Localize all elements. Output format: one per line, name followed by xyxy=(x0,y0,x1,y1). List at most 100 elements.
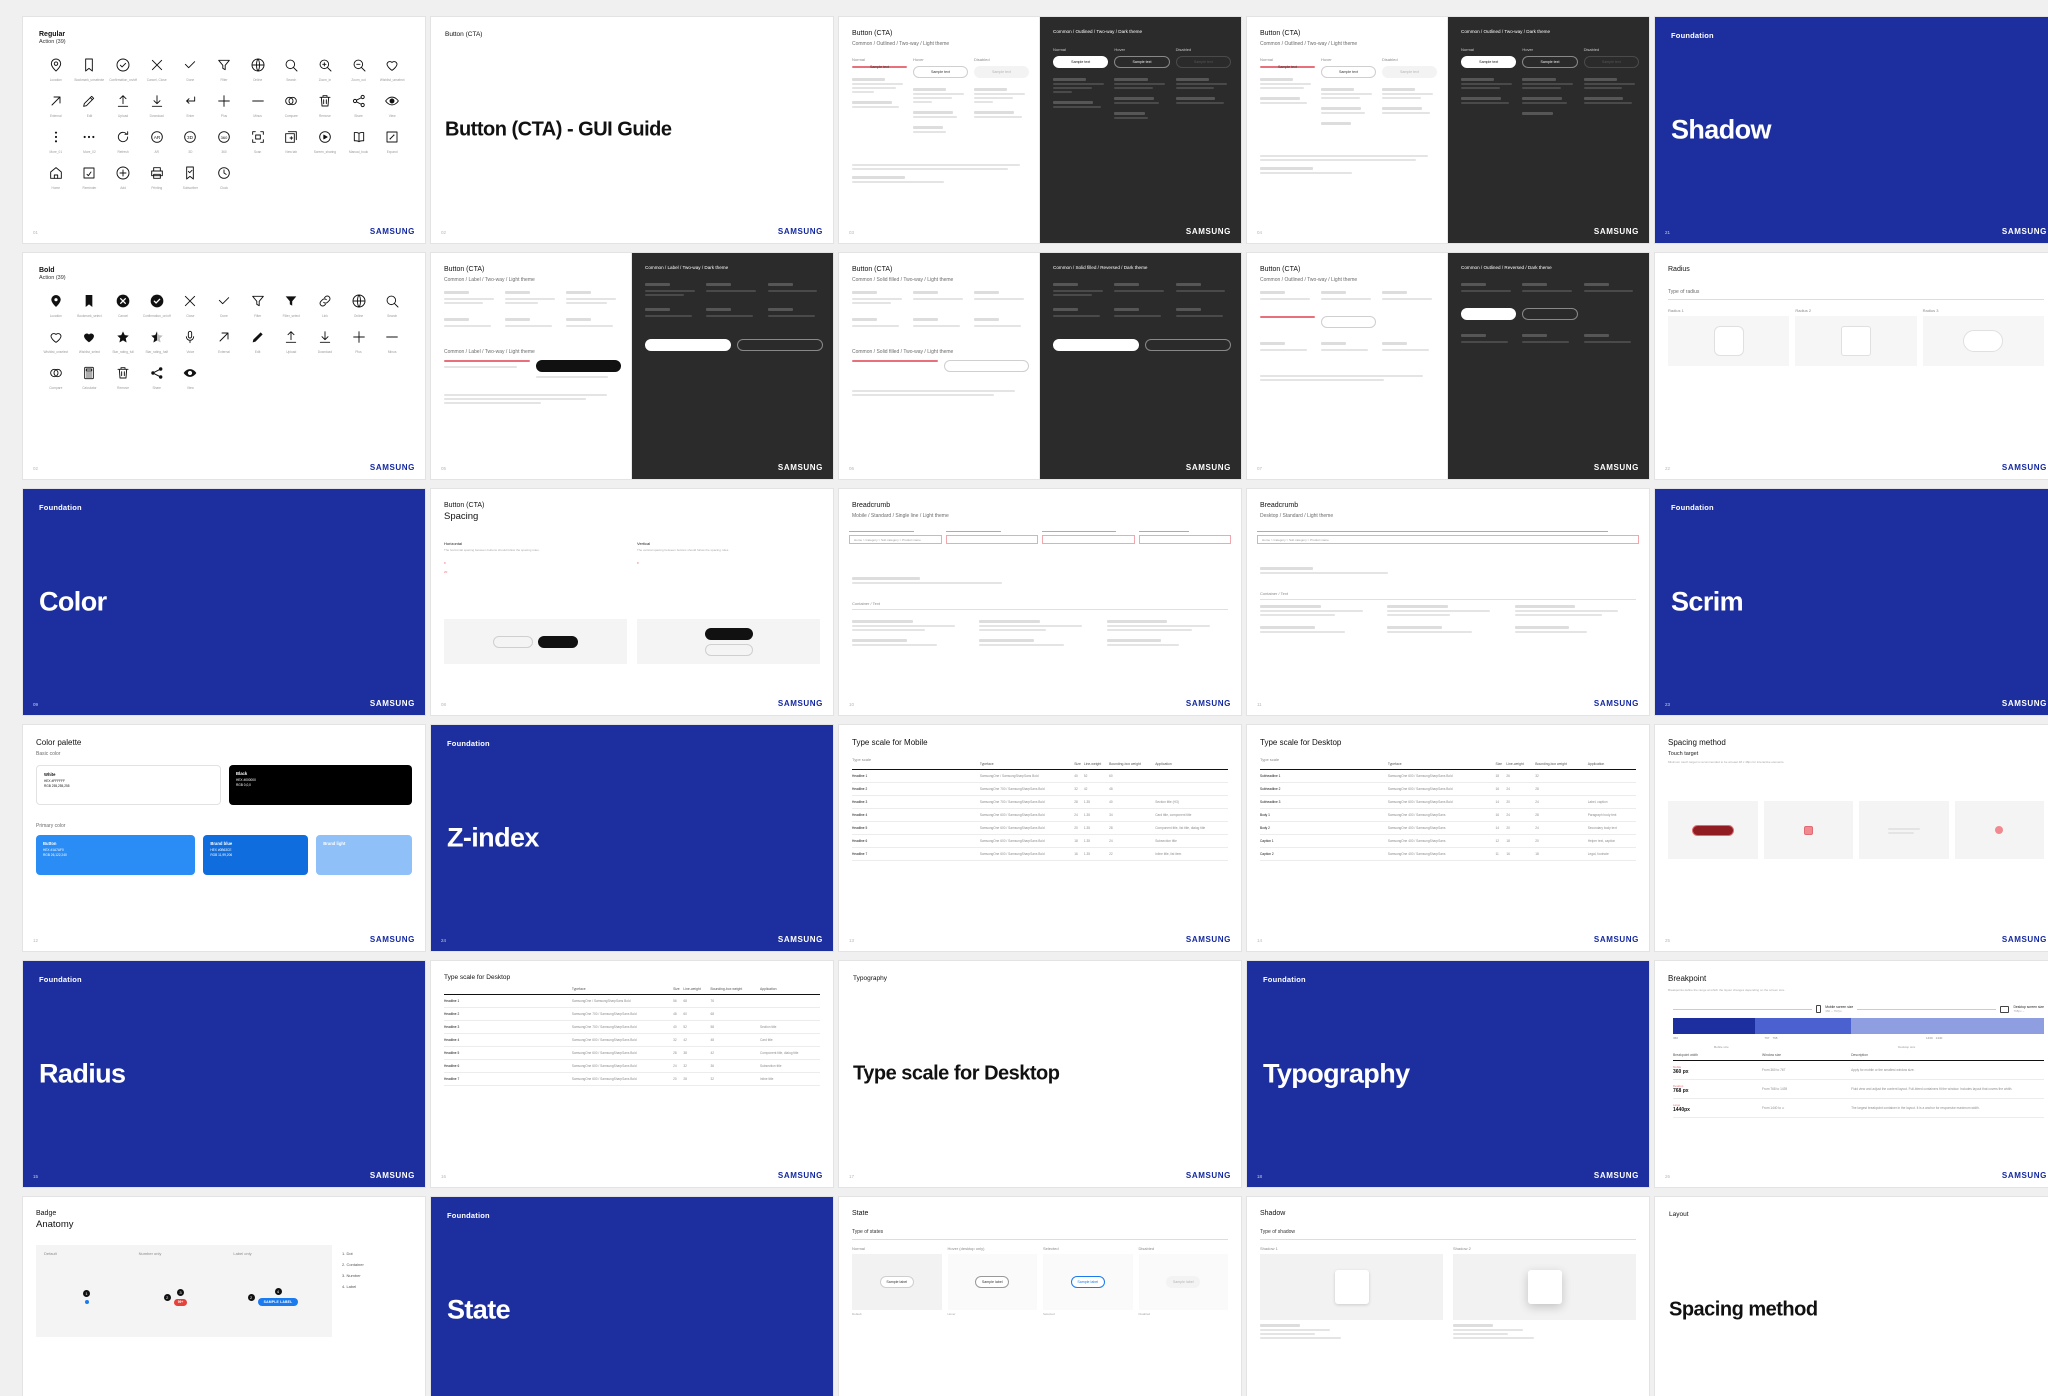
slide-breadcrumb-2[interactable]: Breadcrumb Desktop / Standard / Light th… xyxy=(1246,488,1650,716)
icon-cell[interactable]: Expand xyxy=(375,127,409,158)
cta-chip[interactable]: Sample text xyxy=(1053,56,1109,68)
slide-spacing-method-cover[interactable]: Layout Spacing method 29 SAMSUNG xyxy=(1654,1196,2048,1396)
icon-cell[interactable]: Filter_select xyxy=(274,291,308,322)
icon-cell[interactable]: Subscriber xyxy=(174,163,208,194)
icon-cell[interactable]: Cancel xyxy=(106,291,140,322)
slide-shadow-types[interactable]: Shadow Type of shadow Shadow 1 Shadow 2 … xyxy=(1246,1196,1650,1396)
cta-chip[interactable]: Sample text xyxy=(852,65,907,69)
icon-cell[interactable]: Minus xyxy=(241,91,275,122)
slide-state-cover[interactable]: Foundation State 20 SAMSUNG xyxy=(430,1196,834,1396)
cta-chip[interactable]: Sample text xyxy=(974,66,1029,78)
cta-chip[interactable] xyxy=(704,627,753,640)
breadcrumb-segment[interactable]: Home > Category > Sub category > Product… xyxy=(1262,538,1329,542)
cta-chip[interactable] xyxy=(1053,339,1139,351)
slide-color-palette[interactable]: Color palette Basic color White HEX #FFF… xyxy=(22,724,426,952)
slide-cta-light-dark-c[interactable]: Button (CTA) Common / Outlined / Two-way… xyxy=(1246,252,1650,480)
slide-radius-spec[interactable]: Radius Type of radius Radius 1 Radius 2 … xyxy=(1654,252,2048,480)
slide-color-cover[interactable]: Foundation Color 09 SAMSUNG xyxy=(22,488,426,716)
slide-zindex-cover[interactable]: Foundation Z-index 24 SAMSUNG xyxy=(430,724,834,952)
icon-cell[interactable]: Search xyxy=(274,55,308,86)
slide-badge-anatomy[interactable]: Badge Anatomy Default Number only Label … xyxy=(22,1196,426,1396)
icon-cell[interactable]: Wishlist_select xyxy=(73,327,107,358)
icon-cell[interactable]: More_01 xyxy=(39,127,73,158)
icon-cell[interactable]: Online xyxy=(241,55,275,86)
icon-cell[interactable]: Star_rating_full xyxy=(106,327,140,358)
slide-breadcrumb-1[interactable]: Breadcrumb Mobile / Standard / Single li… xyxy=(838,488,1242,716)
slide-radius-cover[interactable]: Foundation Radius 15 SAMSUNG xyxy=(22,960,426,1188)
cta-chip[interactable]: Sample text xyxy=(1583,56,1639,68)
icon-cell[interactable]: 360 360 xyxy=(207,127,241,158)
icon-cell[interactable]: Cancel, Close xyxy=(140,55,174,86)
slide-icons-regular[interactable]: Regular Action (39) Location Bookmark_uns… xyxy=(22,16,426,244)
cta-chip[interactable] xyxy=(535,360,621,372)
icon-cell[interactable]: Zoom_out xyxy=(342,55,376,86)
state-chip[interactable]: Sample label xyxy=(1070,1276,1105,1288)
cta-chip[interactable] xyxy=(1461,308,1517,320)
slide-cta-common-1[interactable]: Button (CTA) Common / Outlined / Two-way… xyxy=(838,16,1242,244)
icon-cell[interactable]: Confirmation_on/off xyxy=(140,291,174,322)
icon-cell[interactable]: Close xyxy=(174,291,208,322)
icon-cell[interactable]: Online xyxy=(342,291,376,322)
icon-cell[interactable]: Wishlist_unselect xyxy=(39,327,73,358)
icon-cell[interactable]: Calculator xyxy=(73,363,107,394)
icon-cell[interactable]: New tab xyxy=(274,127,308,158)
icon-cell[interactable]: Filter xyxy=(207,55,241,86)
cta-chip[interactable]: Sample text xyxy=(1175,56,1231,68)
icon-cell[interactable]: Plus xyxy=(342,327,376,358)
icon-cell[interactable]: External xyxy=(207,327,241,358)
slide-typescale-desktop-cover[interactable]: Typography Type scale for Desktop 17 SAM… xyxy=(838,960,1242,1188)
icon-cell[interactable]: Search xyxy=(375,291,409,322)
slide-cta-light-dark-b[interactable]: Button (CTA) Common / Solid filled / Two… xyxy=(838,252,1242,480)
slide-typescale-desktop-list[interactable]: Type scale for Desktop Typeface Size Line-… xyxy=(430,960,834,1188)
slide-typography-cover[interactable]: Foundation Typography 18 SAMSUNG xyxy=(1246,960,1650,1188)
icon-cell[interactable]: More_02 xyxy=(73,127,107,158)
state-chip[interactable]: Sample label xyxy=(975,1276,1010,1288)
icon-cell[interactable]: Compare xyxy=(274,91,308,122)
cta-chip[interactable]: Sample text xyxy=(913,66,968,78)
icon-cell[interactable]: Reminder xyxy=(73,163,107,194)
slide-typescale-desktop-table[interactable]: Type scale for Desktop Type scale Typefa… xyxy=(1246,724,1650,952)
icon-cell[interactable]: Share xyxy=(342,91,376,122)
cta-chip[interactable] xyxy=(1145,339,1231,351)
icon-cell[interactable]: External xyxy=(39,91,73,122)
icon-cell[interactable]: Confirmation_on/off xyxy=(106,55,140,86)
cta-chip[interactable]: Sample text xyxy=(1321,66,1376,78)
slide-cta-common-2[interactable]: Button (CTA) Common / Outlined / Two-way… xyxy=(1246,16,1650,244)
icon-cell[interactable]: Refresh xyxy=(106,127,140,158)
cta-chip[interactable] xyxy=(645,339,731,351)
icon-cell[interactable]: Printing xyxy=(140,163,174,194)
slide-shadow-cover[interactable]: Foundation Shadow 21 SAMSUNG xyxy=(1654,16,2048,244)
slide-breakpoint[interactable]: Breakpoint Breakpoints define the range … xyxy=(1654,960,2048,1188)
icon-cell[interactable]: Location xyxy=(39,291,73,322)
icon-cell[interactable]: AR AR xyxy=(140,127,174,158)
icon-cell[interactable]: Location xyxy=(39,55,73,86)
cta-chip[interactable] xyxy=(1321,316,1376,328)
icon-cell[interactable]: Upload xyxy=(274,327,308,358)
icon-cell[interactable]: Plus xyxy=(207,91,241,122)
icon-cell[interactable]: Edit xyxy=(241,327,275,358)
icon-cell[interactable]: Remove xyxy=(308,91,342,122)
icon-cell[interactable]: Link xyxy=(308,291,342,322)
cta-chip[interactable] xyxy=(538,635,578,648)
cta-chip[interactable]: Sample text xyxy=(1522,56,1578,68)
icon-cell[interactable]: Bookmark_select xyxy=(73,291,107,322)
icon-cell[interactable]: Minus xyxy=(375,327,409,358)
icon-cell[interactable]: Done xyxy=(207,291,241,322)
icon-cell[interactable]: Download xyxy=(140,91,174,122)
slide-scrim-cover[interactable]: Foundation Scrim 23 SAMSUNG xyxy=(1654,488,2048,716)
icon-cell[interactable]: Add xyxy=(106,163,140,194)
icon-cell[interactable]: Home xyxy=(39,163,73,194)
icon-cell[interactable]: Upload xyxy=(106,91,140,122)
icon-cell[interactable]: Share xyxy=(140,363,174,394)
cta-chip[interactable] xyxy=(852,360,938,362)
cta-chip[interactable] xyxy=(1260,316,1315,318)
breadcrumb-segment[interactable]: Home > Category > Sub category > Product… xyxy=(854,538,921,542)
slide-icons-bold[interactable]: Bold Action (39) Location Bookmark_select… xyxy=(22,252,426,480)
slide-cta-cover[interactable]: Button (CTA) Button (CTA) - GUI Guide 02… xyxy=(430,16,834,244)
color-swatch-black[interactable]: Black HEX #000000 RGB 0,0,0 xyxy=(229,765,412,805)
icon-cell[interactable]: Enter xyxy=(174,91,208,122)
slide-cta-spacing[interactable]: Button (CTA) Spacing Horizontal The hori… xyxy=(430,488,834,716)
icon-cell[interactable]: Wishlist_unselect xyxy=(375,55,409,86)
cta-chip[interactable]: Sample text xyxy=(1260,65,1315,69)
slide-state-types[interactable]: State Type of states Normal Sample label… xyxy=(838,1196,1242,1396)
